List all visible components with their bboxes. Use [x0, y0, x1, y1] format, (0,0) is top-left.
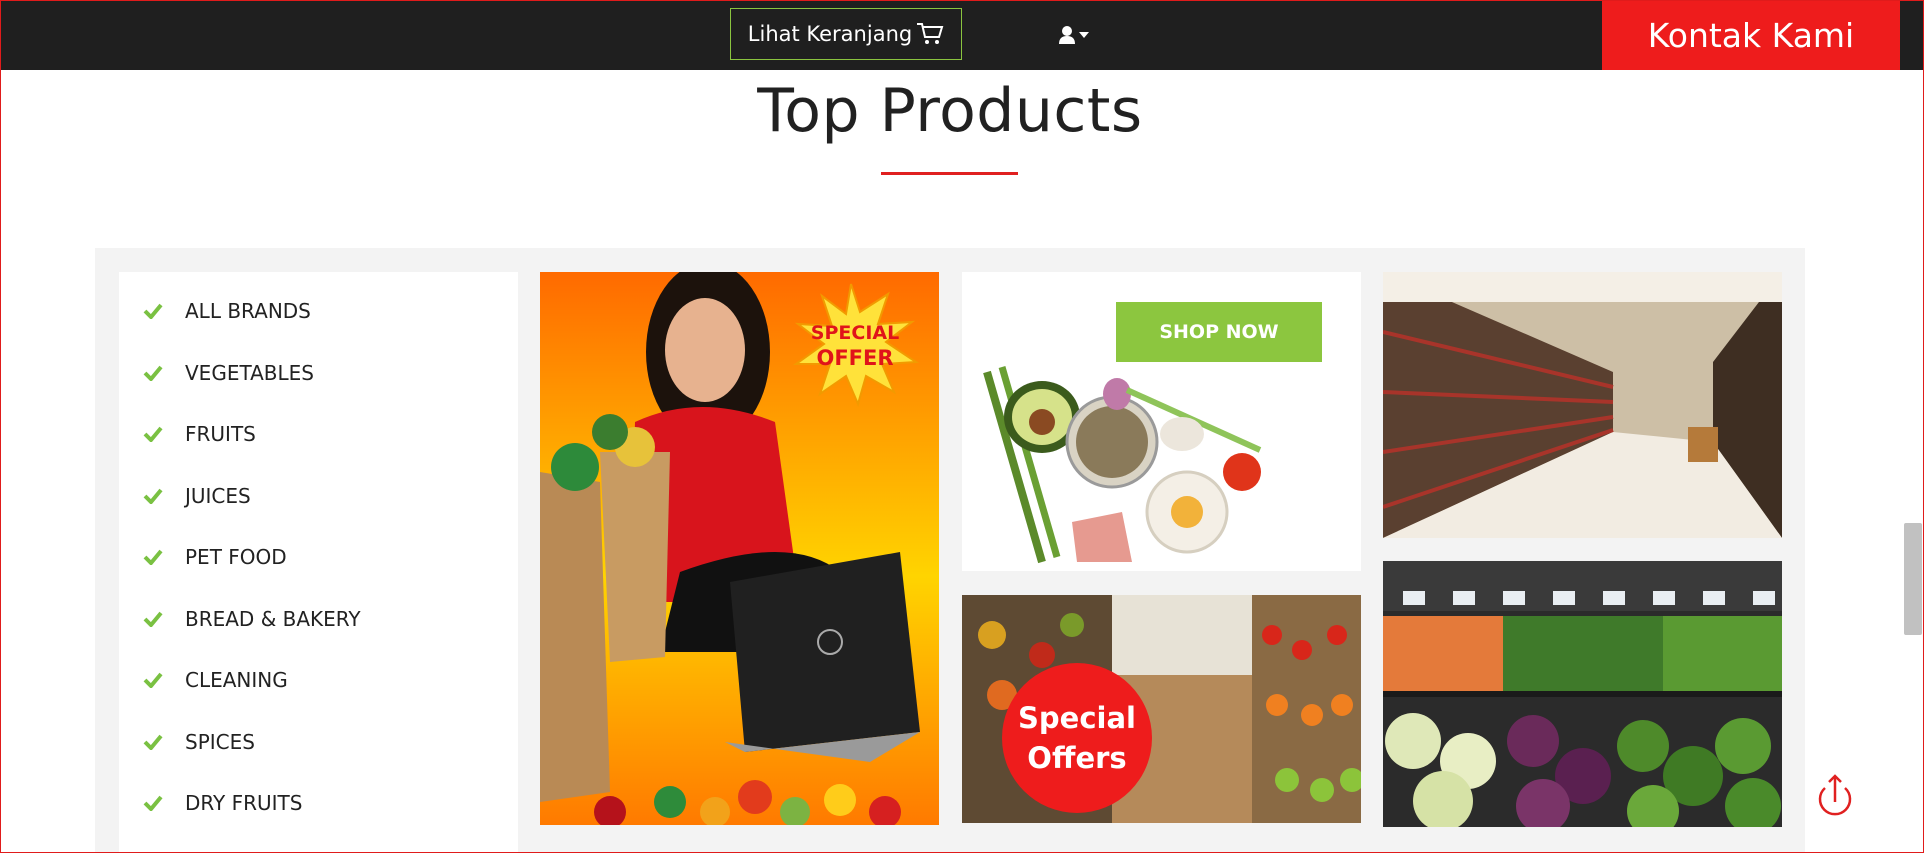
category-item-spices[interactable]: SPICES — [143, 727, 255, 757]
produce-shelves-image[interactable] — [1383, 561, 1782, 827]
produce-shelves-illustration — [1383, 561, 1782, 827]
promo-special-offers-image[interactable]: Special Offers — [962, 595, 1361, 823]
special-offer-badge-line2: OFFER — [816, 346, 893, 370]
check-icon — [143, 795, 163, 811]
check-icon — [143, 734, 163, 750]
promo-online-shopping-image[interactable]: SPECIAL OFFER — [540, 272, 939, 825]
section-title: Top Products — [757, 76, 1143, 146]
category-label: SPICES — [185, 730, 255, 754]
check-icon — [143, 365, 163, 381]
category-label: JUICES — [185, 484, 251, 508]
special-offers-line1: Special — [1018, 701, 1136, 735]
title-underline — [881, 172, 1018, 175]
category-label: BREAD & BAKERY — [185, 607, 361, 631]
category-item-juices[interactable]: JUICES — [143, 481, 251, 511]
top-navbar: Lihat Keranjang Kontak Kami — [0, 0, 1924, 70]
check-icon — [143, 672, 163, 688]
category-item-fruits[interactable]: FRUITS — [143, 419, 256, 449]
category-label: VEGETABLES — [185, 361, 314, 385]
woman-laptop-illustration: SPECIAL OFFER — [540, 272, 939, 825]
view-cart-button[interactable]: Lihat Keranjang — [730, 8, 962, 60]
supermarket-aisle-illustration — [1383, 272, 1782, 538]
category-label: DRY FRUITS — [185, 791, 303, 815]
caret-down-icon — [1079, 32, 1089, 38]
check-icon — [143, 303, 163, 319]
user-menu-button[interactable] — [1058, 22, 1094, 48]
contact-us-button[interactable]: Kontak Kami — [1602, 0, 1900, 70]
category-sidebar: ALL BRANDS VEGETABLES FRUITS JUICES PET … — [119, 272, 518, 853]
shopping-cart-icon — [917, 23, 944, 44]
page-scrollbar-thumb[interactable] — [1904, 523, 1922, 635]
promo-ingredients-tile[interactable]: SHOP NOW — [962, 272, 1361, 571]
category-label: ALL BRANDS — [185, 299, 311, 323]
check-icon — [143, 549, 163, 565]
category-item-dry-fruits[interactable]: DRY FRUITS — [143, 788, 302, 818]
category-label: FRUITS — [185, 422, 256, 446]
special-offers-line2: Offers — [1027, 741, 1127, 775]
category-label: PET FOOD — [185, 545, 287, 569]
category-item-bread-bakery[interactable]: BREAD & BAKERY — [143, 604, 361, 634]
back-to-top-button[interactable] — [1814, 772, 1856, 824]
category-item-pet-food[interactable]: PET FOOD — [143, 542, 287, 572]
shop-now-button[interactable]: SHOP NOW — [1116, 302, 1322, 362]
check-icon — [143, 611, 163, 627]
category-item-vegetables[interactable]: VEGETABLES — [143, 358, 314, 388]
check-icon — [143, 488, 163, 504]
category-item-cleaning[interactable]: CLEANING — [143, 665, 288, 695]
power-arrow-up-icon — [1818, 774, 1852, 816]
category-item-all-brands[interactable]: ALL BRANDS — [143, 296, 311, 326]
view-cart-label: Lihat Keranjang — [747, 22, 913, 46]
special-offers-badge: Special Offers — [1002, 663, 1152, 813]
supermarket-aisle-image[interactable] — [1383, 272, 1782, 538]
special-offer-badge-line1: SPECIAL — [811, 322, 899, 344]
category-label: CLEANING — [185, 668, 288, 692]
check-icon — [143, 426, 163, 442]
page-scrollbar-track[interactable] — [1898, 70, 1924, 853]
user-icon — [1059, 26, 1075, 44]
